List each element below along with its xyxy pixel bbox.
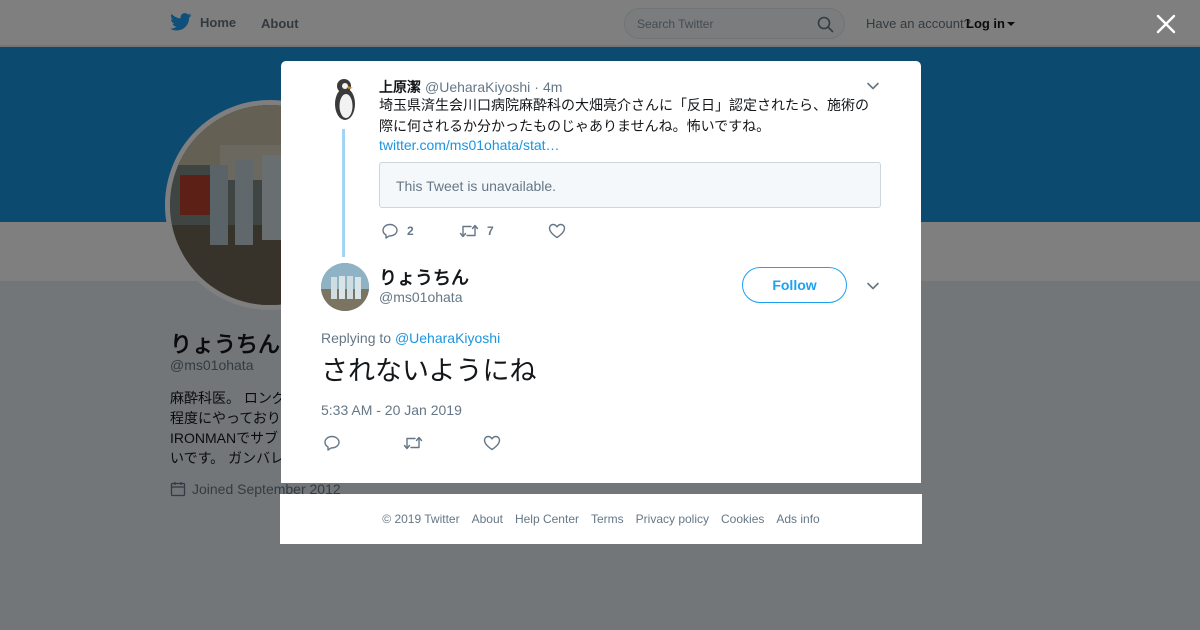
parent-author-handle[interactable]: @UeharaKiyoshi: [425, 79, 530, 95]
tweet-text-line: 際に何されるか分かったものじゃありませんね。怖いですね。: [379, 118, 771, 134]
parent-tweet-avatar[interactable]: [321, 75, 369, 123]
modal-footer: © 2019 Twitter About Help Center Terms P…: [280, 494, 922, 544]
separator-dot: ·: [534, 79, 539, 95]
main-tweet-actions: [323, 434, 501, 452]
reply-button[interactable]: [323, 434, 403, 452]
heart-icon: [548, 223, 566, 239]
footer-link-ads-info[interactable]: Ads info: [776, 512, 819, 526]
main-tweet-avatar[interactable]: [321, 263, 369, 311]
quote-unavailable-text: This Tweet is unavailable.: [396, 178, 557, 194]
parent-tweet-time[interactable]: 4m: [543, 79, 562, 95]
footer-links: © 2019 Twitter About Help Center Terms P…: [280, 512, 922, 526]
replying-prefix: Replying to: [321, 330, 392, 346]
like-button[interactable]: [548, 223, 566, 239]
quoted-tweet-unavailable: This Tweet is unavailable.: [379, 162, 881, 208]
tweet-permalink-modal: 上原潔 @UeharaKiyoshi · 4m 埼玉県済生会川口病院麻酔科の大畑…: [281, 61, 921, 483]
parent-author-name[interactable]: 上原潔: [379, 77, 421, 97]
retweet-button[interactable]: 7: [459, 223, 548, 239]
footer-link-terms[interactable]: Terms: [591, 512, 624, 526]
chevron-down-icon[interactable]: [866, 279, 880, 293]
retweet-icon: [403, 436, 423, 450]
group-photo-avatar-image: [321, 263, 369, 311]
main-author-name[interactable]: りょうちん: [379, 264, 469, 290]
reply-icon: [382, 223, 398, 239]
footer-copyright: © 2019 Twitter: [382, 512, 460, 526]
retweet-button[interactable]: [403, 435, 483, 451]
main-author-handle[interactable]: @ms01ohata: [379, 289, 462, 305]
penguin-avatar-image: [321, 75, 369, 123]
conversation-thread-line: [342, 129, 345, 257]
main-tweet-timestamp[interactable]: 5:33 AM - 20 Jan 2019: [321, 402, 462, 418]
reply-count: 2: [407, 224, 414, 238]
parent-tweet-link[interactable]: twitter.com/ms01ohata/stat…: [379, 137, 560, 153]
parent-tweet-header: 上原潔 @UeharaKiyoshi · 4m: [379, 77, 562, 97]
like-button[interactable]: [483, 435, 501, 451]
chevron-down-icon[interactable]: [866, 79, 880, 93]
reply-icon: [324, 435, 340, 451]
parent-tweet-actions: 2 7: [381, 222, 566, 240]
tweet-text-line: 埼玉県済生会川口病院麻酔科の大畑亮介さんに「反日」認定されたら、施術の: [379, 97, 869, 113]
replying-to-handle-link[interactable]: @UeharaKiyoshi: [395, 330, 500, 346]
follow-button[interactable]: Follow: [742, 267, 847, 303]
main-tweet-text: されないようにね: [321, 356, 537, 386]
heart-icon: [483, 435, 501, 451]
retweet-icon: [459, 224, 479, 238]
reply-button[interactable]: 2: [381, 222, 459, 240]
footer-link-help-center[interactable]: Help Center: [515, 512, 579, 526]
replying-to: Replying to @UeharaKiyoshi: [321, 330, 500, 346]
footer-link-cookies[interactable]: Cookies: [721, 512, 764, 526]
parent-tweet-text: 埼玉県済生会川口病院麻酔科の大畑亮介さんに「反日」認定されたら、施術の 際に何さ…: [379, 95, 884, 137]
footer-link-about[interactable]: About: [472, 512, 503, 526]
close-icon[interactable]: [1154, 12, 1178, 36]
footer-link-privacy-policy[interactable]: Privacy policy: [636, 512, 709, 526]
retweet-count: 7: [487, 224, 494, 238]
